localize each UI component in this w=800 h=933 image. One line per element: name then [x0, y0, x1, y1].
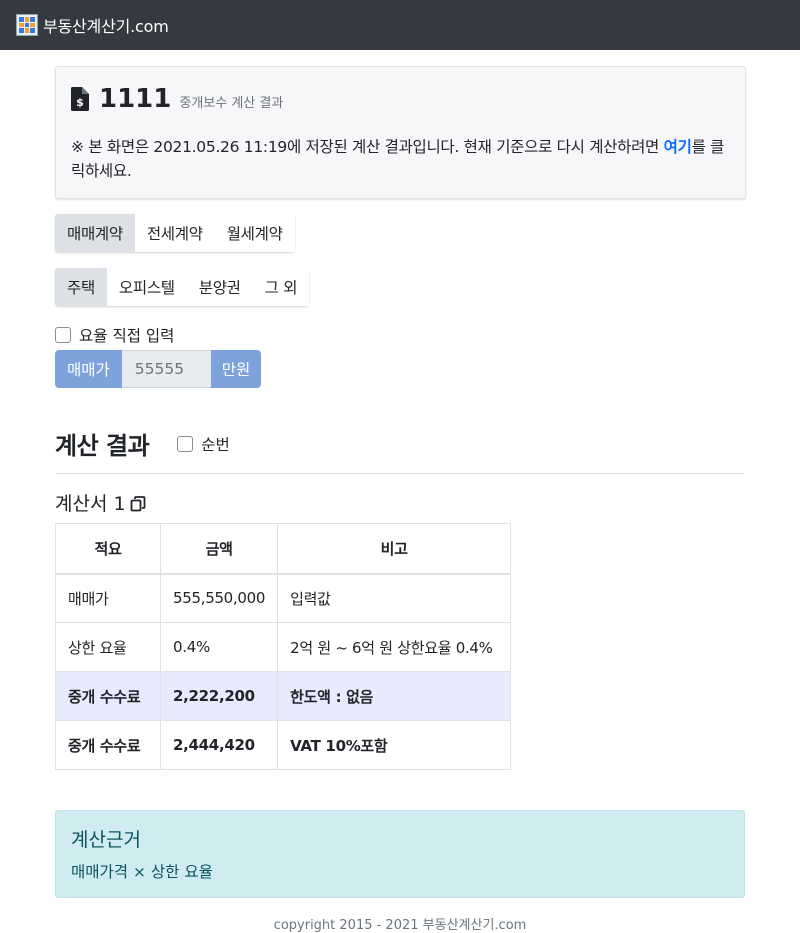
price-input-group: 매매가 55555 만원 [55, 350, 262, 388]
saved-result-card: $ 1111 중개보수 계산 결과 ※ 본 화면은 2021.05.26 11:… [55, 66, 746, 199]
saved-notice: ※ 본 화면은 2021.05.26 11:19에 저장된 계산 결과입니다. … [71, 135, 731, 183]
saved-result-header: $ 1111 중개보수 계산 결과 [71, 84, 283, 114]
table-row-total: 중개 수수료 2,444,420 VAT 10%포함 [55, 720, 512, 770]
contract-type-monthly-button[interactable]: 월세계약 [214, 214, 295, 252]
contract-type-jeonse-button[interactable]: 전세계약 [134, 214, 215, 252]
price-prefix: 매매가 [55, 350, 122, 388]
column-header: 금액 [159, 523, 279, 575]
sequence-checkbox[interactable] [177, 435, 194, 452]
sequence-option: 순번 [177, 433, 230, 455]
column-header: 적요 [55, 523, 161, 575]
table-cell: VAT 10%포함 [277, 720, 512, 770]
file-invoice-dollar-icon: $ [71, 87, 89, 111]
table-cell: 2,222,200 [159, 671, 279, 721]
column-header: 비고 [277, 523, 512, 575]
table-cell: 중개 수수료 [55, 720, 161, 770]
sequence-label[interactable]: 순번 [201, 433, 230, 455]
contract-type-sale-button[interactable]: 매매계약 [55, 214, 135, 252]
copy-icon[interactable] [130, 496, 146, 512]
direct-rate-label[interactable]: 요율 직접 입력 [79, 324, 174, 346]
property-type-officetel-button[interactable]: 오피스텔 [106, 268, 187, 306]
recalculate-link[interactable]: 여기 [664, 138, 692, 156]
result-table: 적요 금액 비고 매매가 555,550,000 입력값 상한 요율 0.4% … [55, 523, 512, 770]
table-header-row: 적요 금액 비고 [55, 523, 512, 575]
property-type-group: 주택 오피스텔 분양권 그 외 [55, 268, 310, 306]
saved-number: 1111 [99, 84, 172, 114]
property-type-house-button[interactable]: 주택 [55, 268, 107, 306]
contract-type-group: 매매계약 전세계약 월세계약 [55, 214, 295, 252]
table-cell: 555,550,000 [159, 573, 279, 623]
table-cell: 중개 수수료 [55, 671, 161, 721]
table-cell: 한도액 : 없음 [277, 671, 512, 721]
result-header: 계산 결과 순번 [55, 426, 230, 461]
table-row-highlighted: 중개 수수료 2,222,200 한도액 : 없음 [55, 671, 512, 721]
calculator-logo-icon[interactable] [16, 14, 38, 36]
footer-copyright: copyright 2015 - 2021 부동산계산기.com [273, 918, 527, 933]
direct-rate-option: 요율 직접 입력 [55, 324, 174, 346]
basis-formula: 매매가격 × 상한 요율 [71, 863, 213, 881]
navbar: 부동산계산기.com [0, 0, 800, 50]
table-cell: 입력값 [277, 573, 512, 623]
table-cell: 0.4% [159, 622, 279, 672]
price-input[interactable]: 55555 [121, 350, 211, 388]
saved-subtitle: 중개보수 계산 결과 [179, 96, 284, 111]
brand-name[interactable]: 부동산계산기.com [43, 13, 169, 37]
divider [55, 473, 745, 474]
calculation-basis: 계산근거 매매가격 × 상한 요율 [55, 810, 745, 898]
notice-text: ※ 본 화면은 2021.05.26 11:19에 저장된 계산 결과입니다. … [71, 138, 664, 156]
sheet-title-text: 계산서 1 [55, 493, 126, 515]
property-type-presale-button[interactable]: 분양권 [186, 268, 253, 306]
table-row: 상한 요율 0.4% 2억 원 ~ 6억 원 상한요율 0.4% [55, 622, 512, 672]
table-cell: 2,444,420 [159, 720, 279, 770]
table-row: 매매가 555,550,000 입력값 [55, 573, 512, 623]
property-type-other-button[interactable]: 그 외 [252, 268, 310, 306]
result-title: 계산 결과 [55, 432, 150, 460]
table-cell: 2억 원 ~ 6억 원 상한요율 0.4% [277, 622, 512, 672]
table-cell: 매매가 [55, 573, 161, 623]
sheet-title: 계산서 1 [55, 489, 146, 516]
table-cell: 상한 요율 [55, 622, 161, 672]
direct-rate-checkbox[interactable] [55, 327, 71, 343]
basis-title: 계산근거 [71, 829, 141, 851]
svg-text:$: $ [76, 96, 84, 109]
price-unit: 만원 [210, 350, 262, 388]
